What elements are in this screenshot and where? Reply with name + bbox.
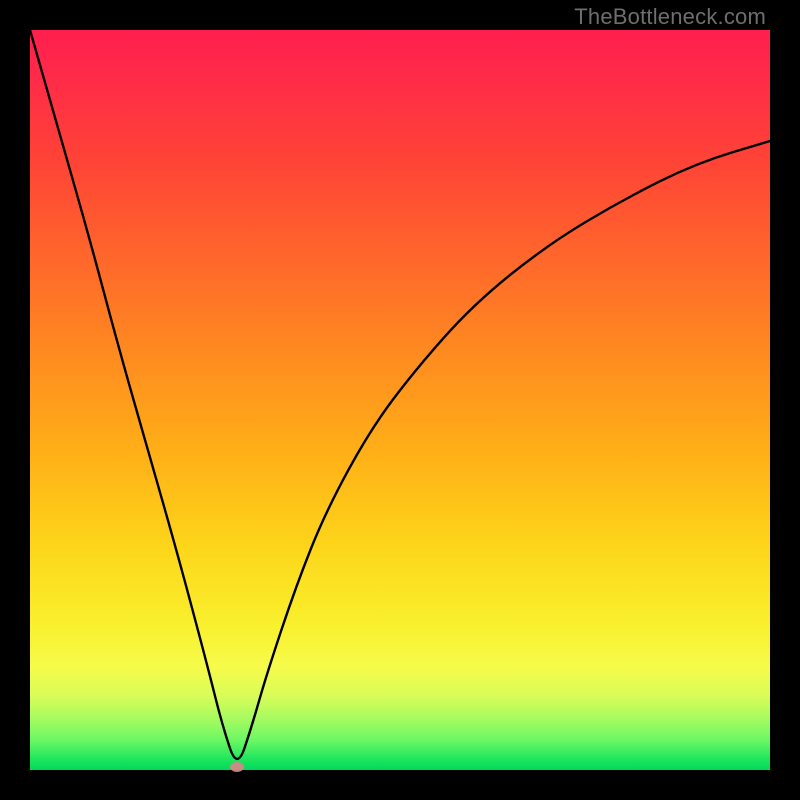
curve-minimum-marker [230, 762, 244, 772]
watermark-text: TheBottleneck.com [574, 4, 766, 30]
bottleneck-curve [30, 30, 770, 770]
chart-frame [30, 30, 770, 770]
